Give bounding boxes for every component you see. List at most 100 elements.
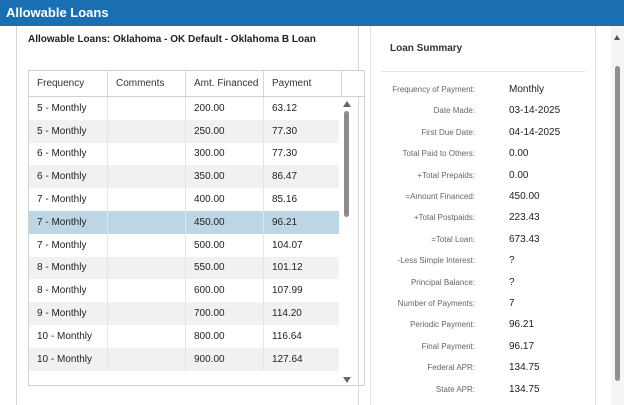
- cell-frequency: 7 - Monthly: [37, 216, 87, 228]
- summary-value: 0.00: [509, 169, 529, 181]
- summary-label: Number of Payments:: [397, 299, 475, 308]
- summary-row: -Less Simple Interest:?: [371, 253, 597, 269]
- summary-label: Frequency of Payment:: [392, 85, 475, 94]
- cell-payment: 107.99: [263, 279, 339, 303]
- summary-row: First Due Date: 04-14-2025: [371, 125, 597, 141]
- summary-label: Federal APR:: [427, 363, 475, 373]
- cell-amt-financed: 800.00: [185, 324, 263, 348]
- cell-comments: [107, 142, 185, 166]
- page-scrollbar[interactable]: [611, 26, 624, 405]
- summary-value: 96.21: [509, 319, 535, 331]
- cell-frequency: 10 - Monthly: [37, 330, 93, 342]
- cell-comments: [107, 119, 185, 143]
- cell-amt-financed: 550.00: [185, 256, 263, 280]
- summary-label: Principal Balance:: [410, 277, 475, 287]
- cell-amt-financed: 300.00: [185, 142, 263, 166]
- column-header-spacer: [341, 71, 353, 96]
- grid-rows: 5 - Monthly 200.00 63.12 5 - Monthly 250.00 7…: [29, 97, 339, 371]
- cell-payment: 77.30: [263, 142, 339, 166]
- cell-comments: [107, 210, 185, 234]
- summary-value: 03-14-2025: [509, 105, 561, 117]
- column-header-frequency[interactable]: Frequency: [29, 71, 107, 96]
- cell-payment: 127.64: [263, 347, 339, 371]
- summary-row: Periodic Payment: 96.21: [371, 317, 597, 333]
- summary-row: Frequency of Payment: Monthly: [371, 82, 597, 98]
- cell-frequency: 7 - Monthly: [37, 239, 87, 251]
- page-scroll-up-arrow-icon[interactable]: [614, 35, 620, 40]
- table-row[interactable]: 6 - Monthly 300.00 77.30: [29, 142, 339, 166]
- cell-frequency: 5 - Monthly: [37, 102, 87, 114]
- window-title: Allowable Loans: [0, 0, 624, 26]
- summary-row: Total Paid to Others: 0.00: [371, 146, 597, 162]
- table-row[interactable]: 6 - Monthly 350.00 86.47: [29, 165, 339, 189]
- summary-value: 134.75: [509, 362, 540, 374]
- summary-row: +Total Postpaids: 223.43: [371, 210, 597, 226]
- cell-payment: 86.47: [263, 165, 339, 189]
- summary-row: Final Payment: 96.17: [371, 339, 597, 355]
- table-row[interactable]: 7 - Monthly 450.00 96.21: [29, 210, 339, 234]
- column-header-amt-financed[interactable]: Amt. Financed: [185, 71, 263, 96]
- column-header-payment[interactable]: Payment: [263, 71, 341, 96]
- table-row[interactable]: 5 - Monthly 250.00 77.30: [29, 119, 339, 143]
- summary-label: -Less Simple Interest:: [397, 256, 475, 266]
- summary-value: 134.75: [509, 383, 540, 395]
- summary-value: 04-14-2025: [509, 126, 561, 138]
- cell-comments: [107, 279, 185, 303]
- summary-value: 0.00: [509, 148, 529, 160]
- summary-value: 96.17: [509, 340, 535, 352]
- cell-amt-financed: 900.00: [185, 347, 263, 371]
- summary-value: ?: [509, 255, 515, 267]
- cell-comments: [107, 324, 185, 348]
- table-row[interactable]: 10 - Monthly 800.00 116.64: [29, 324, 339, 348]
- summary-label: State APR:: [435, 384, 475, 394]
- table-row[interactable]: 7 - Monthly 500.00 104.07: [29, 233, 339, 257]
- scroll-down-arrow-icon[interactable]: [343, 377, 351, 383]
- summary-label: +Total Postpaids:: [413, 213, 475, 223]
- summary-label: Date Made:: [433, 106, 475, 116]
- summary-label: =Amount Financed:: [405, 192, 475, 201]
- cell-frequency: 8 - Monthly: [37, 262, 87, 274]
- summary-row: =Total Loan: 673.43: [371, 232, 597, 248]
- summary-row: Principal Balance:?: [371, 275, 597, 291]
- cell-payment: 77.30: [263, 119, 339, 143]
- table-row[interactable]: 8 - Monthly 550.00 101.12: [29, 256, 339, 280]
- summary-divider: [381, 71, 585, 72]
- cell-amt-financed: 350.00: [185, 165, 263, 189]
- summary-value: 673.43: [509, 233, 540, 245]
- grid-scrollbar[interactable]: [340, 97, 354, 385]
- cell-frequency: 7 - Monthly: [37, 194, 87, 206]
- cell-comments: [107, 256, 185, 280]
- summary-label: Total Paid to Others:: [402, 149, 475, 159]
- table-row[interactable]: 7 - Monthly 400.00 85.16: [29, 188, 339, 211]
- cell-amt-financed: 400.00: [185, 188, 263, 211]
- cell-comments: [107, 165, 185, 189]
- summary-row: Date Made: 03-14-2025: [371, 103, 597, 119]
- page-scroll-thumb[interactable]: [615, 66, 620, 381]
- summary-row: =Amount Financed: 450.00: [371, 189, 597, 205]
- summary-row: +Total Prepaids: 0.00: [371, 168, 597, 184]
- cell-frequency: 6 - Monthly: [37, 148, 87, 160]
- cell-payment: 63.12: [263, 97, 339, 120]
- summary-label: Final Payment:: [421, 341, 475, 351]
- cell-amt-financed: 200.00: [185, 97, 263, 120]
- summary-label: First Due Date:: [421, 127, 475, 137]
- column-header-comments[interactable]: Comments: [107, 71, 185, 96]
- cell-frequency: 5 - Monthly: [37, 125, 87, 137]
- table-row[interactable]: 9 - Monthly 700.00 114.20: [29, 302, 339, 325]
- cell-amt-financed: 450.00: [185, 210, 263, 234]
- scroll-thumb[interactable]: [344, 111, 349, 217]
- table-row[interactable]: 5 - Monthly 200.00 63.12: [29, 97, 339, 120]
- summary-value: Monthly: [509, 84, 545, 95]
- table-row[interactable]: 8 - Monthly 600.00 107.99: [29, 279, 339, 303]
- cell-comments: [107, 302, 185, 325]
- summary-label: =Total Loan:: [431, 234, 475, 244]
- scroll-up-arrow-icon[interactable]: [343, 101, 351, 107]
- cell-amt-financed: 250.00: [185, 119, 263, 143]
- summary-value: ?: [509, 276, 515, 288]
- cell-payment: 104.07: [263, 233, 339, 257]
- loans-grid: Frequency Comments Amt. Financed Payment…: [28, 70, 365, 386]
- summary-row: Number of Payments: 7: [371, 296, 597, 312]
- table-row[interactable]: 10 - Monthly 900.00 127.64: [29, 347, 339, 371]
- loan-summary-panel: Loan Summary Frequency of Payment: Monthl…: [370, 26, 596, 405]
- cell-payment: 96.21: [263, 210, 339, 234]
